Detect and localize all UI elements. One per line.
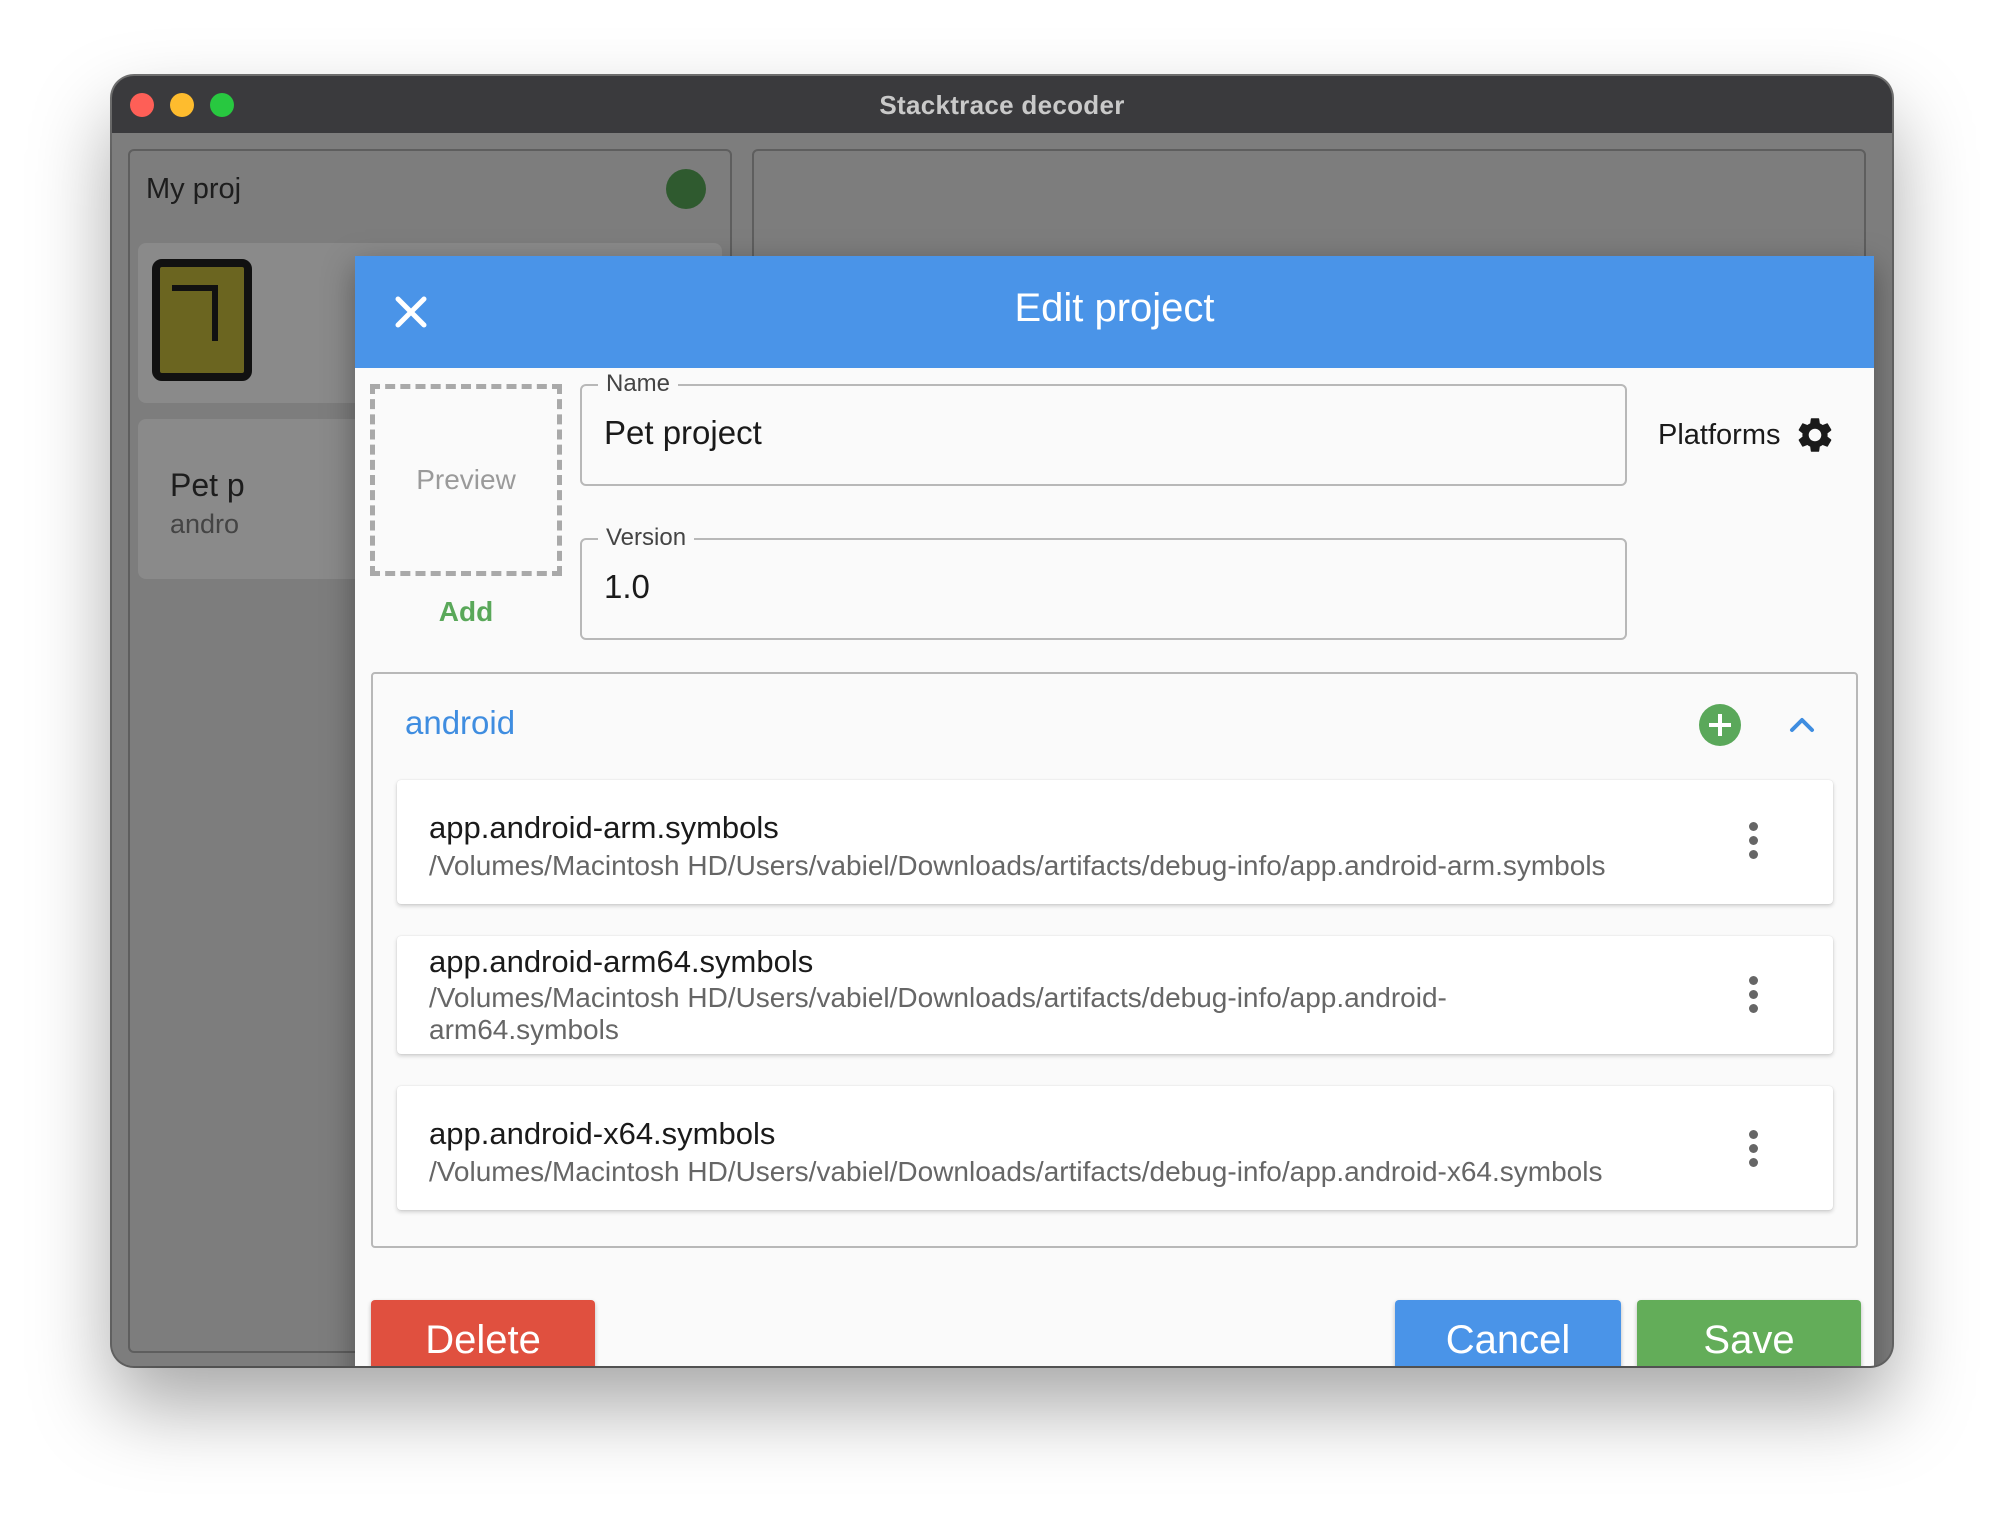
version-field-label: Version (598, 524, 695, 552)
dialog-header: Edit project (355, 256, 1874, 368)
add-symbols-button[interactable] (1699, 704, 1741, 746)
chevron-up-icon (1790, 718, 1814, 732)
name-field[interactable]: Name Pet project (580, 370, 1627, 486)
platforms-label: Platforms (1658, 418, 1781, 451)
cancel-button[interactable]: Cancel (1395, 1300, 1621, 1366)
platform-section: android app.android-arm.symbols /Volumes… (371, 672, 1858, 1248)
more-options-button[interactable] (1747, 822, 1759, 860)
preview-image-placeholder[interactable]: Preview (370, 384, 562, 576)
title-bar[interactable]: Stacktrace decoder (112, 76, 1892, 134)
project-card-title: Pet p (170, 467, 245, 503)
window-title: Stacktrace decoder (879, 90, 1125, 120)
preview-label: Preview (416, 464, 516, 495)
symbol-path: /Volumes/Macintosh HD/Users/vabiel/Downl… (429, 982, 1447, 1045)
name-field-value[interactable]: Pet project (604, 414, 762, 452)
version-field-value[interactable]: 1.0 (604, 568, 650, 606)
symbol-title: app.android-x64.symbols (429, 1116, 776, 1151)
symbol-title: app.android-arm64.symbols (429, 944, 814, 979)
symbol-path: /Volumes/Macintosh HD/Users/vabiel/Downl… (429, 1156, 1603, 1187)
symbol-path: /Volumes/Macintosh HD/Users/vabiel/Downl… (429, 850, 1606, 881)
more-options-button[interactable] (1747, 1130, 1759, 1168)
more-options-button[interactable] (1747, 976, 1759, 1014)
save-button[interactable]: Save (1637, 1300, 1861, 1366)
symbol-title: app.android-arm.symbols (429, 810, 779, 845)
project-card-subtitle: andro (170, 509, 240, 539)
symbol-item[interactable]: app.android-x64.symbols /Volumes/Macinto… (397, 1086, 1833, 1210)
version-field[interactable]: Version 1.0 (580, 524, 1627, 640)
edit-project-dialog: Edit project Preview Add Name Pet projec… (355, 256, 1874, 1366)
add-preview-button[interactable]: Add (370, 596, 562, 628)
symbol-item[interactable]: app.android-arm.symbols /Volumes/Macinto… (397, 780, 1833, 904)
delete-button[interactable]: Delete (371, 1300, 595, 1366)
add-project-button[interactable] (666, 169, 706, 209)
platforms-button[interactable]: Platforms (1658, 414, 1836, 456)
symbol-item[interactable]: app.android-arm64.symbols /Volumes/Macin… (397, 936, 1833, 1054)
collapse-button[interactable] (1785, 708, 1819, 742)
app-window: Stacktrace decoder My proj Pet p andro E (112, 76, 1892, 1366)
projects-header: My proj (146, 173, 242, 205)
gear-icon (1799, 418, 1832, 452)
dialog-title: Edit project (1014, 286, 1215, 330)
project-icon (152, 259, 252, 381)
name-field-label: Name (598, 370, 679, 398)
platform-name: android (405, 704, 516, 741)
